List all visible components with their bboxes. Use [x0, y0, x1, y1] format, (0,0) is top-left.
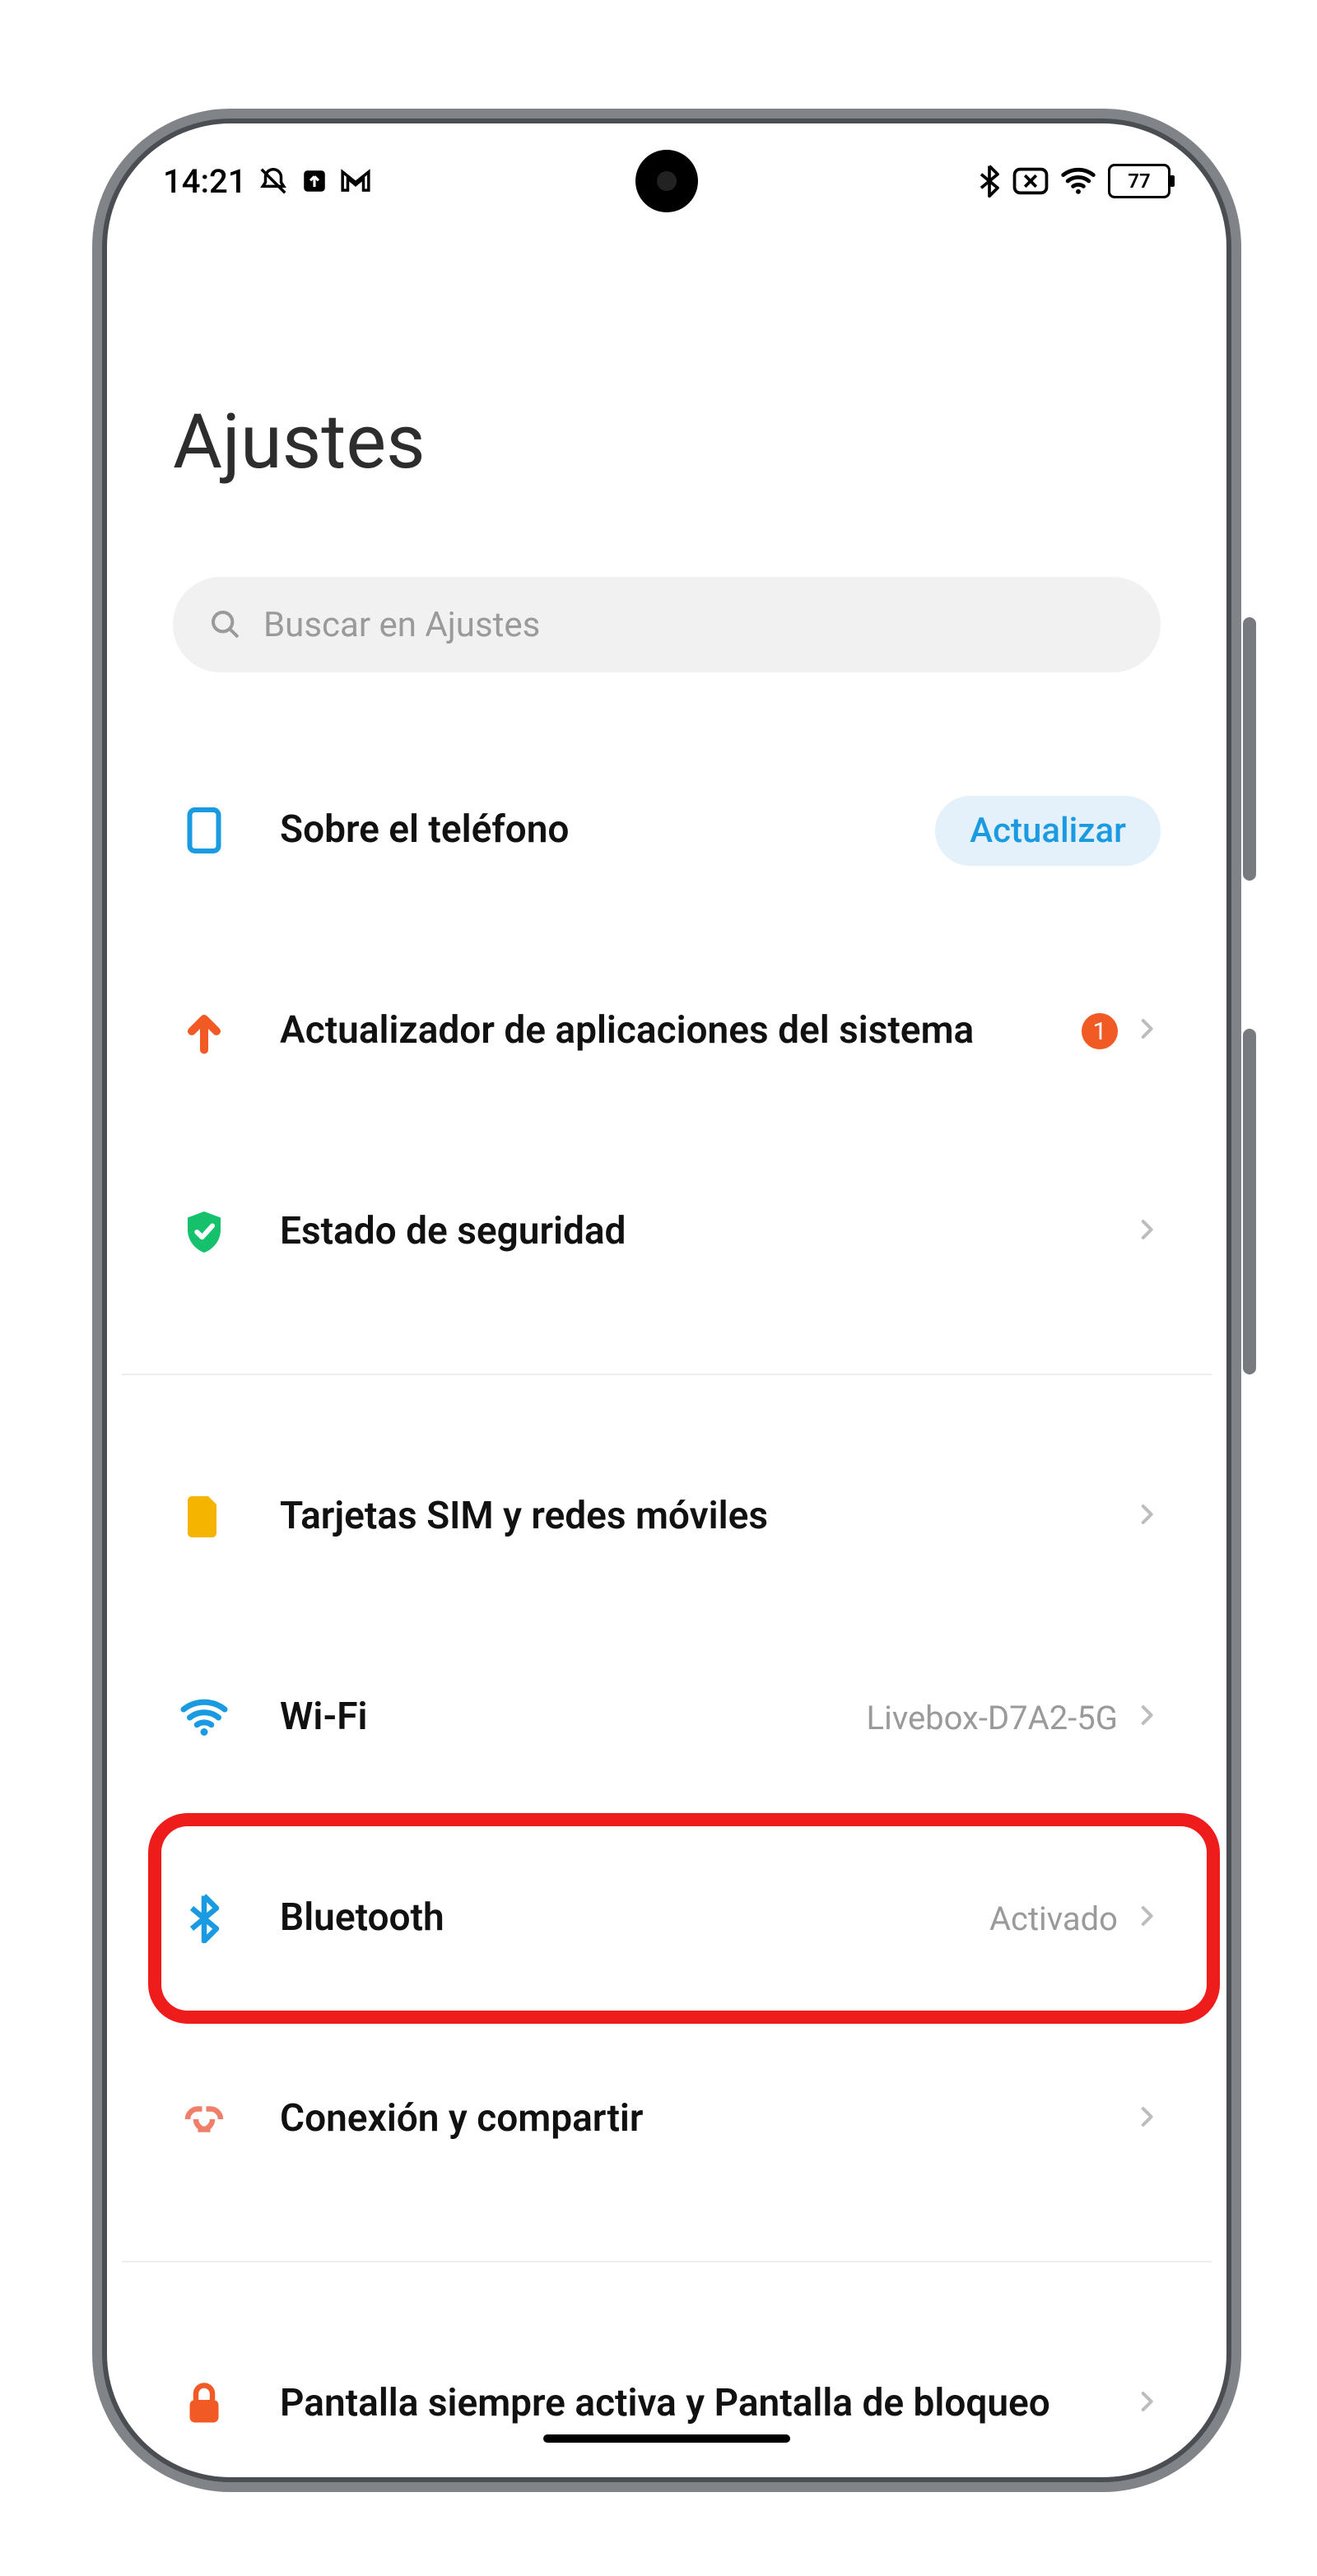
update-pill[interactable]: Actualizar: [935, 796, 1161, 866]
settings-content: Ajustes Buscar en Ajustes Sobre el teléf…: [122, 217, 1212, 2462]
settings-row-label: Sobre el teléfono: [280, 806, 891, 855]
shield-check-icon: [173, 1207, 235, 1257]
chevron-right-icon: [1133, 2099, 1161, 2140]
home-indicator[interactable]: [543, 2434, 790, 2443]
settings-row-trailing: Livebox-D7A2-5G: [867, 1698, 1161, 1738]
front-camera: [635, 150, 698, 212]
settings-row-security[interactable]: Estado de seguridad: [173, 1132, 1161, 1332]
chevron-right-icon: [1133, 1011, 1161, 1052]
search-input[interactable]: Buscar en Ajustes: [173, 577, 1161, 672]
bluetooth-icon: [173, 1894, 235, 1943]
status-right: 77: [978, 164, 1170, 198]
chevron-right-icon: [1133, 1497, 1161, 1537]
chevron-right-icon: [1133, 1212, 1161, 1253]
battery-percent: 77: [1128, 170, 1150, 193]
settings-row-value: Livebox-D7A2-5G: [867, 1699, 1118, 1737]
sim-card-icon: [173, 1492, 235, 1541]
settings-row-trailing: Actualizar: [935, 796, 1161, 866]
no-sim-icon: [1012, 167, 1049, 195]
phone-frame: 14:21: [107, 123, 1226, 2477]
settings-row-trailing: [1133, 1497, 1161, 1537]
settings-row-updater[interactable]: Actualizador de aplicaciones del sistema…: [173, 931, 1161, 1132]
screen: 14:21: [122, 138, 1212, 2462]
settings-row-label: Conexión y compartir: [280, 2095, 1088, 2144]
settings-row-wifi[interactable]: Wi-Fi Livebox-D7A2-5G: [173, 1617, 1161, 1818]
chevron-right-icon: [1133, 1698, 1161, 1738]
lock-icon: [173, 2379, 235, 2429]
phone-outline-icon: [173, 806, 235, 855]
settings-row-label: Actualizador de aplicaciones del sistema: [280, 1007, 1037, 1056]
settings-row-label: Tarjetas SIM y redes móviles: [280, 1492, 1088, 1541]
settings-row-about[interactable]: Sobre el teléfono Actualizar: [173, 730, 1161, 931]
settings-row-trailing: Activado: [989, 1899, 1161, 1939]
search-icon: [209, 608, 242, 641]
status-time: 14:21: [163, 162, 246, 201]
phone-power-button: [1243, 1029, 1256, 1374]
chevron-right-icon: [1133, 1899, 1161, 1939]
settings-row-label: Pantalla siempre activa y Pantalla de bl…: [280, 2379, 1088, 2429]
page-title: Ajustes: [173, 398, 1161, 486]
gmail-icon: [340, 169, 371, 193]
settings-row-label: Estado de seguridad: [280, 1207, 1088, 1257]
share-link-icon: [173, 2095, 235, 2144]
alarm-off-icon: [258, 165, 289, 197]
arrow-up-icon: [173, 1007, 235, 1056]
settings-row-trailing: 1: [1082, 1011, 1161, 1052]
phone-volume-button: [1243, 617, 1256, 881]
battery-indicator: 77: [1108, 164, 1170, 198]
badge-count: 1: [1082, 1013, 1118, 1049]
wifi-status-icon: [1060, 167, 1096, 195]
settings-row-sim[interactable]: Tarjetas SIM y redes móviles: [173, 1416, 1161, 1617]
bluetooth-status-icon: [978, 165, 1001, 198]
settings-row-trailing: [1133, 1212, 1161, 1253]
settings-row-tether[interactable]: Conexión y compartir: [173, 2019, 1161, 2220]
status-left: 14:21: [163, 162, 371, 201]
settings-row-trailing: [1133, 2099, 1161, 2140]
chevron-right-icon: [1133, 2384, 1161, 2425]
search-placeholder: Buscar en Ajustes: [263, 605, 540, 645]
settings-row-bluetooth[interactable]: Bluetooth Activado: [173, 1818, 1161, 2019]
group-divider: [122, 1374, 1212, 1375]
settings-row-trailing: [1133, 2384, 1161, 2425]
wifi-icon: [173, 1693, 235, 1742]
group-divider: [122, 2261, 1212, 2262]
settings-row-label: Wi-Fi: [280, 1693, 822, 1742]
upload-icon: [300, 167, 328, 195]
settings-row-value: Activado: [989, 1899, 1118, 1938]
settings-row-label: Bluetooth: [280, 1894, 945, 1943]
